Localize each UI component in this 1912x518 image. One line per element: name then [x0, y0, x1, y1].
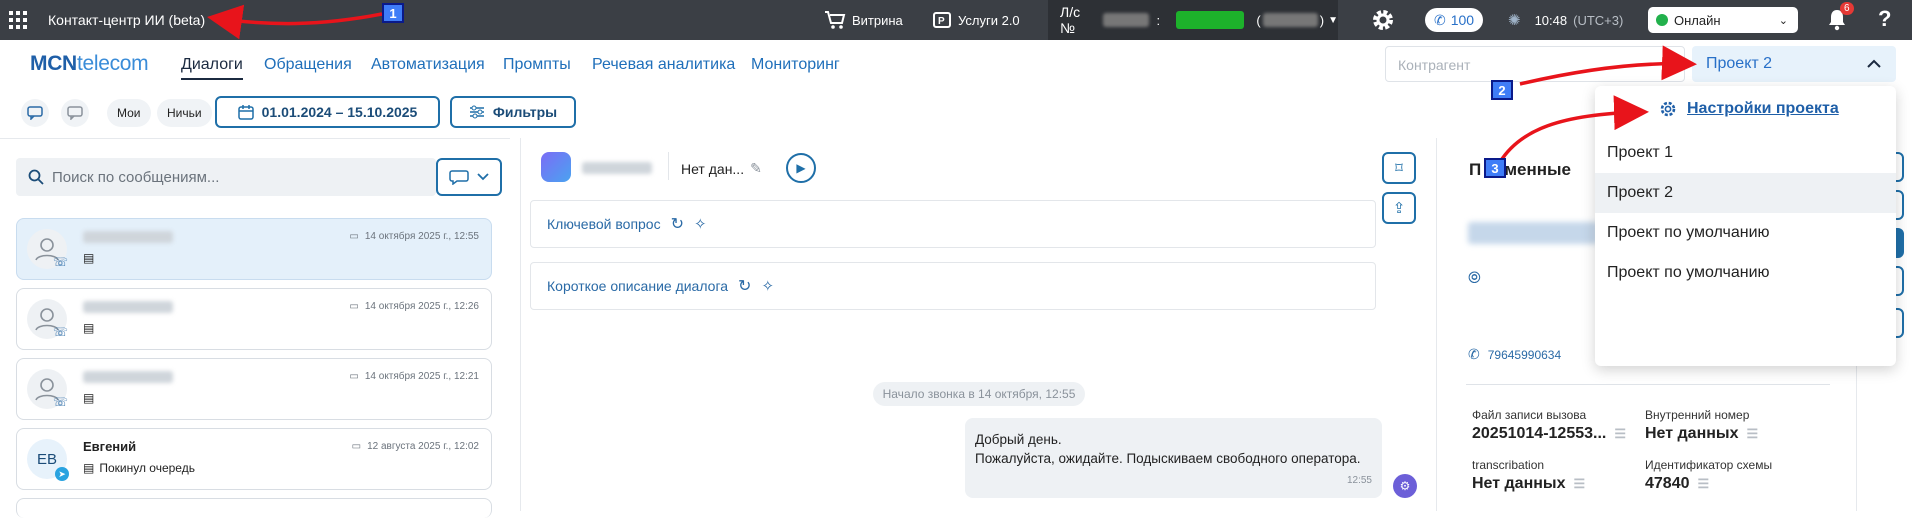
annotation-label-3: 3 — [1484, 158, 1506, 178]
annotation-label-1: 1 — [382, 3, 404, 23]
annotation-arrow-3 — [1498, 95, 1649, 163]
annotation-arrow-2 — [1519, 45, 1697, 86]
annotation-arrow-1 — [207, 4, 383, 40]
annotation-label-2: 2 — [1491, 80, 1513, 100]
annotation-arrows — [207, 4, 1697, 163]
